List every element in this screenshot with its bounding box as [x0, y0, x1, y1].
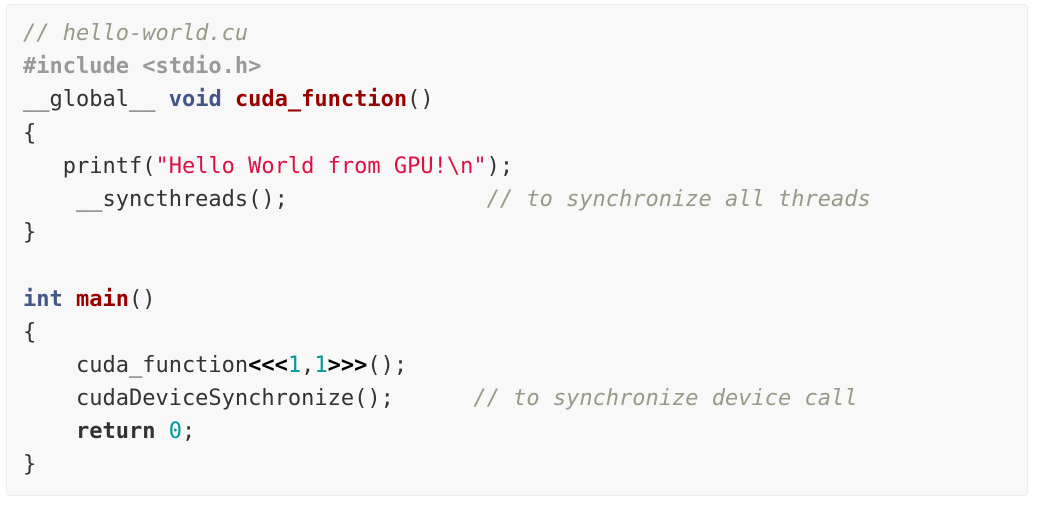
code-token: // to synchronize all threads: [486, 186, 871, 212]
code-token: (): [128, 286, 156, 312]
code-line: cuda_function<<<1,1>>>();: [23, 349, 871, 382]
code-line: }: [23, 216, 871, 249]
code-block: // hello-world.cu #include <stdio.h> __glo…: [6, 4, 1028, 496]
code-token: printf(: [23, 153, 156, 179]
code-token: __global__: [23, 87, 169, 113]
code-token: <<<: [248, 352, 288, 378]
code-token: cuda_function: [234, 87, 408, 113]
code-token: "Hello World from GPU!\n": [155, 153, 487, 179]
code-line: printf("Hello World from GPU!\n");: [23, 150, 871, 183]
code-token: // to synchronize device call: [473, 386, 858, 412]
code-token: 1: [287, 352, 302, 378]
code-line: int main(): [23, 283, 871, 316]
code-listing: // hello-world.cu #include <stdio.h> __glo…: [23, 17, 871, 482]
code-line: __syncthreads(); // to synchronize all t…: [23, 183, 871, 216]
code-line: // hello-world.cu: [23, 17, 871, 50]
code-token: return: [75, 419, 156, 445]
code-line: {: [23, 117, 871, 150]
code-line: return 0;: [23, 415, 871, 448]
code-token: #include <stdio.h>: [23, 54, 262, 80]
code-token: {: [23, 319, 37, 345]
code-line: }: [23, 448, 871, 481]
code-token: ,: [301, 352, 315, 378]
code-token: int: [23, 286, 63, 312]
code-token: __syncthreads();: [23, 186, 288, 212]
code-token: main: [76, 286, 129, 312]
code-token: cudaDeviceSynchronize();: [23, 386, 394, 412]
code-token: // hello-world.cu: [23, 21, 249, 46]
code-token: >>>: [327, 352, 368, 378]
code-token: {: [23, 120, 37, 146]
code-token: 0: [168, 419, 182, 445]
code-line: cudaDeviceSynchronize(); // to synchroni…: [23, 382, 871, 415]
code-token: }: [23, 220, 37, 246]
code-token: (): [407, 87, 434, 113]
code-token: );: [486, 153, 514, 179]
code-token: cuda_function: [23, 352, 249, 378]
code-token: }: [23, 452, 37, 478]
code-token: void: [168, 87, 222, 113]
code-token: 1: [314, 352, 328, 378]
code-line: #include <stdio.h>: [23, 50, 871, 83]
code-token: ;: [181, 419, 196, 445]
code-token: ();: [367, 352, 408, 378]
code-line: __global__ void cuda_function(): [23, 83, 871, 116]
code-line: {: [23, 316, 871, 349]
